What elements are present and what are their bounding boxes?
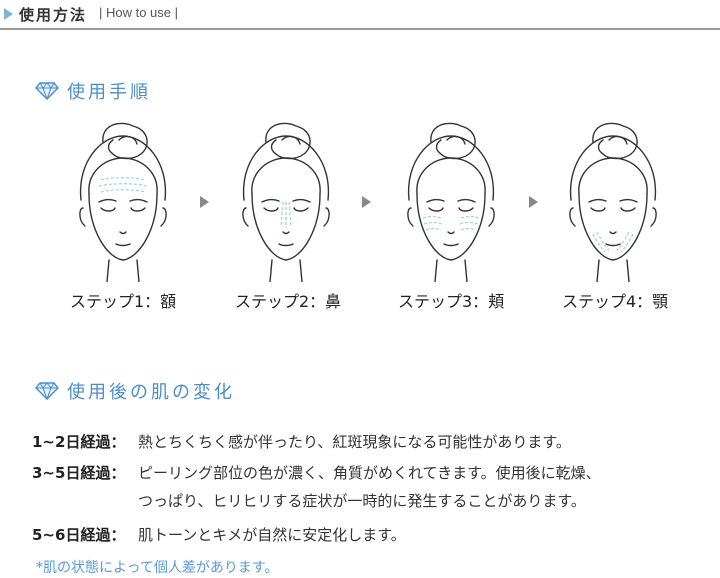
- step-label-2: ステップ2：鼻: [235, 292, 342, 311]
- arrow-right-icon: [529, 196, 538, 208]
- header-triangle-icon: [4, 8, 13, 20]
- arrow-right-icon: [362, 196, 371, 208]
- day-label: 1~2日経過：: [32, 433, 126, 451]
- face-illustration-nose: [242, 122, 330, 282]
- description-line: ピーリング部位の色が濃く、角質がめくれてきます。使用後に乾燥、: [138, 464, 601, 482]
- description-line: 熱とちくちく感が伴ったり、紅斑現象になる可能性があります。: [138, 433, 571, 451]
- list-item: 1~2日経過： 熱とちくちく感が伴ったり、紅斑現象になる可能性があります。: [32, 428, 712, 456]
- step-label-1: ステップ1：額: [70, 292, 177, 311]
- skin-change-list: 1~2日経過： 熱とちくちく感が伴ったり、紅斑現象になる可能性があります。 3~…: [32, 428, 712, 549]
- description-line: つっぱり、ヒリヒリする症状が一時的に発生することがあります。: [138, 492, 586, 510]
- procedure-heading: 使用手順: [35, 78, 151, 104]
- description-line: 肌トーンとキメが自然に安定化します。: [138, 526, 406, 544]
- procedure-title: 使用手順: [67, 82, 151, 103]
- header-subtitle: | How to use |: [99, 5, 179, 20]
- face-illustration-cheeks: [407, 122, 495, 282]
- list-item: 5~6日経過： 肌トーンとキメが自然に安定化します。: [32, 521, 712, 549]
- day-description: 熱とちくちく感が伴ったり、紅斑現象になる可能性があります。: [138, 428, 571, 456]
- individual-difference-note: *肌の状態によって個人差があります。: [36, 560, 279, 576]
- face-illustration-forehead: [79, 122, 167, 282]
- changes-heading: 使用後の肌の変化: [35, 378, 235, 404]
- day-description: ピーリング部位の色が濃く、角質がめくれてきます。使用後に乾燥、 つっぱり、ヒリヒ…: [138, 459, 601, 515]
- day-label: 3~5日経過：: [32, 464, 126, 482]
- step-label-4: ステップ4：顎: [562, 292, 669, 311]
- arrow-right-icon: [200, 196, 209, 208]
- list-item: 3~5日経過： ピーリング部位の色が濃く、角質がめくれてきます。使用後に乾燥、 …: [32, 459, 712, 515]
- face-illustration-chin: [569, 122, 657, 282]
- day-description: 肌トーンとキメが自然に安定化します。: [138, 521, 406, 549]
- day-label: 5~6日経過：: [32, 526, 126, 544]
- diamond-icon: [35, 82, 59, 100]
- diamond-icon: [35, 382, 59, 400]
- changes-title: 使用後の肌の変化: [67, 382, 235, 403]
- header-title: 使用方法: [19, 6, 88, 24]
- page-header: 使用方法 | How to use |: [0, 0, 720, 30]
- step-label-3: ステップ3：頬: [398, 292, 505, 311]
